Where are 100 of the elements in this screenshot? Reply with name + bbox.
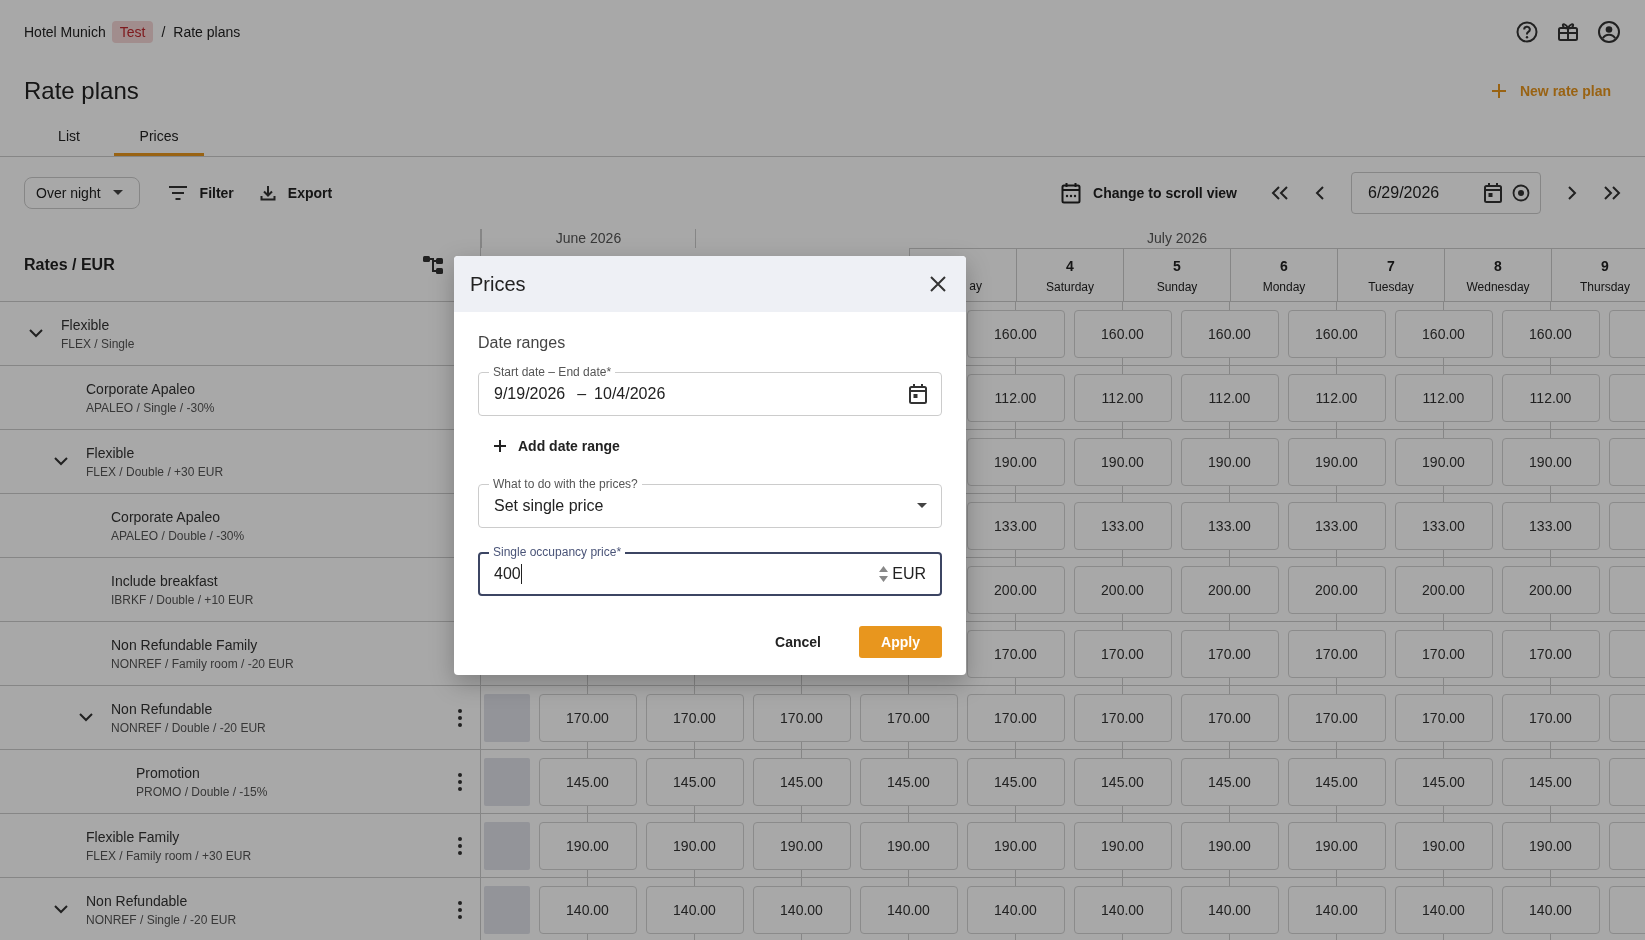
tab[interactable]: Prices xyxy=(114,118,204,156)
price-cell[interactable]: 190.00 xyxy=(966,438,1065,486)
price-cell[interactable]: 170.00 xyxy=(538,694,637,742)
breadcrumb-link[interactable]: Hotel Munich xyxy=(24,24,106,40)
price-cell[interactable]: 145.00 xyxy=(966,758,1065,806)
price-cell[interactable]: 190.00 xyxy=(1501,438,1600,486)
price-cell[interactable]: 145.00 xyxy=(1073,758,1172,806)
price-cell[interactable]: 145.00 xyxy=(1501,758,1600,806)
price-cell[interactable]: 190.00 xyxy=(538,822,637,870)
price-cell[interactable]: 140.00 xyxy=(752,886,851,934)
price-cell[interactable]: 170.00 xyxy=(1073,630,1172,678)
price-cell[interactable]: 170.00 xyxy=(966,694,1065,742)
price-cell[interactable]: 190.00 xyxy=(1394,438,1493,486)
price-cell[interactable]: 170.00 xyxy=(752,694,851,742)
price-cell[interactable]: 145.00 xyxy=(1180,758,1279,806)
price-cell[interactable]: 200.00 xyxy=(1501,566,1600,614)
day-number: 4 xyxy=(1066,257,1074,274)
price-cell[interactable]: 145.00 xyxy=(645,758,744,806)
price-cell[interactable]: 133.00 xyxy=(1501,502,1600,550)
price-cell[interactable]: 140.00 xyxy=(538,886,637,934)
price-cell[interactable]: 190.00 xyxy=(1287,438,1386,486)
price-cell[interactable]: 190.00 xyxy=(752,822,851,870)
rate-name: Corporate Apaleo xyxy=(111,508,221,525)
price-cell[interactable]: 140.00 xyxy=(1287,886,1386,934)
price-cell[interactable]: 190.00 xyxy=(1073,438,1172,486)
mode-dropdown[interactable]: Over night xyxy=(24,177,140,209)
filter-button[interactable]: Filter xyxy=(167,185,234,201)
price-cell[interactable]: 200.00 xyxy=(1180,566,1279,614)
price-cell[interactable]: 170.00 xyxy=(1287,630,1386,678)
price-cell[interactable]: 145.00 xyxy=(752,758,851,806)
price-cell[interactable]: 190.00 xyxy=(1394,822,1493,870)
price-cell[interactable]: 160.00 xyxy=(1287,310,1386,358)
currency-unit: EUR xyxy=(892,565,926,583)
day-number: 7 xyxy=(1387,257,1395,274)
price-cell[interactable]: 160.00 xyxy=(1501,310,1600,358)
price-cell[interactable]: 200.00 xyxy=(1287,566,1386,614)
price-cell[interactable]: 133.00 xyxy=(1073,502,1172,550)
price-cell[interactable]: 145.00 xyxy=(538,758,637,806)
price-cell[interactable]: 133.00 xyxy=(1394,502,1493,550)
price-cell[interactable]: 140.00 xyxy=(1394,886,1493,934)
price-cell[interactable]: 140.00 xyxy=(1180,886,1279,934)
price-cell[interactable]: 170.00 xyxy=(859,694,958,742)
price-cell[interactable]: 200.00 xyxy=(966,566,1065,614)
day-number: 5 xyxy=(1173,257,1181,274)
day-number: 6 xyxy=(1280,257,1288,274)
price-cell[interactable]: 145.00 xyxy=(1394,758,1493,806)
tab[interactable]: List xyxy=(24,118,114,156)
price-cell[interactable]: 133.00 xyxy=(966,502,1065,550)
price-cell[interactable]: 112.00 xyxy=(1501,374,1600,422)
price-cell[interactable]: 112.00 xyxy=(1394,374,1493,422)
price-cell[interactable]: 190.00 xyxy=(1180,438,1279,486)
dialog-title: Prices xyxy=(470,272,526,296)
price-cell[interactable]: 112.00 xyxy=(1287,374,1386,422)
rate-name: Promotion xyxy=(136,764,201,781)
price-cell[interactable]: 160.00 xyxy=(966,310,1065,358)
price-cell[interactable]: 112.00 xyxy=(1073,374,1172,422)
price-cell[interactable]: 170.00 xyxy=(1394,694,1493,742)
cancel-button[interactable]: Cancel xyxy=(775,634,821,650)
month-label: June 2026 xyxy=(481,229,695,248)
price-cell[interactable]: 160.00 xyxy=(1394,310,1493,358)
price-cell[interactable]: 170.00 xyxy=(966,630,1065,678)
environment-badge: Test xyxy=(111,21,154,43)
export-button[interactable]: Export xyxy=(259,185,333,201)
price-cell[interactable]: 170.00 xyxy=(1180,630,1279,678)
rate-name: Flexible Family xyxy=(86,828,181,845)
add-date-range-button[interactable]: Add date range xyxy=(494,438,620,454)
price-cell[interactable]: 190.00 xyxy=(966,822,1065,870)
rate-code: NONREF / Double / -20 EUR xyxy=(111,720,267,735)
price-cell[interactable]: 200.00 xyxy=(1073,566,1172,614)
price-cell[interactable]: 140.00 xyxy=(966,886,1065,934)
price-cell[interactable]: 160.00 xyxy=(1073,310,1172,358)
price-cell[interactable]: 190.00 xyxy=(1180,822,1279,870)
price-cell[interactable]: 140.00 xyxy=(1073,886,1172,934)
price-cell[interactable]: 170.00 xyxy=(645,694,744,742)
price-cell[interactable]: 170.00 xyxy=(1180,694,1279,742)
price-cell[interactable]: 160.00 xyxy=(1180,310,1279,358)
price-cell[interactable]: 140.00 xyxy=(859,886,958,934)
price-cell[interactable]: 170.00 xyxy=(1501,694,1600,742)
price-cell[interactable]: 140.00 xyxy=(645,886,744,934)
breadcrumb-current: Rate plans xyxy=(173,24,241,40)
price-cell[interactable]: 112.00 xyxy=(1180,374,1279,422)
month-label: July 2026 xyxy=(695,229,1645,248)
price-cell[interactable]: 190.00 xyxy=(859,822,958,870)
date-field[interactable]: 6/29/2026 xyxy=(1351,172,1541,214)
price-cell[interactable]: 170.00 xyxy=(1287,694,1386,742)
scroll-view-button[interactable]: Change to scroll view xyxy=(1061,182,1237,204)
price-cell[interactable]: 112.00 xyxy=(966,374,1065,422)
price-cell[interactable]: 133.00 xyxy=(1287,502,1386,550)
price-cell[interactable]: 170.00 xyxy=(1501,630,1600,678)
price-cell[interactable]: 145.00 xyxy=(859,758,958,806)
price-cell[interactable]: 190.00 xyxy=(645,822,744,870)
price-cell[interactable]: 200.00 xyxy=(1394,566,1493,614)
price-cell[interactable]: 170.00 xyxy=(1394,630,1493,678)
price-cell[interactable]: 145.00 xyxy=(1287,758,1386,806)
price-cell[interactable]: 170.00 xyxy=(1073,694,1172,742)
price-cell[interactable]: 133.00 xyxy=(1180,502,1279,550)
price-cell[interactable]: 190.00 xyxy=(1501,822,1600,870)
price-cell[interactable]: 190.00 xyxy=(1073,822,1172,870)
price-cell[interactable]: 140.00 xyxy=(1501,886,1600,934)
price-cell[interactable]: 190.00 xyxy=(1287,822,1386,870)
